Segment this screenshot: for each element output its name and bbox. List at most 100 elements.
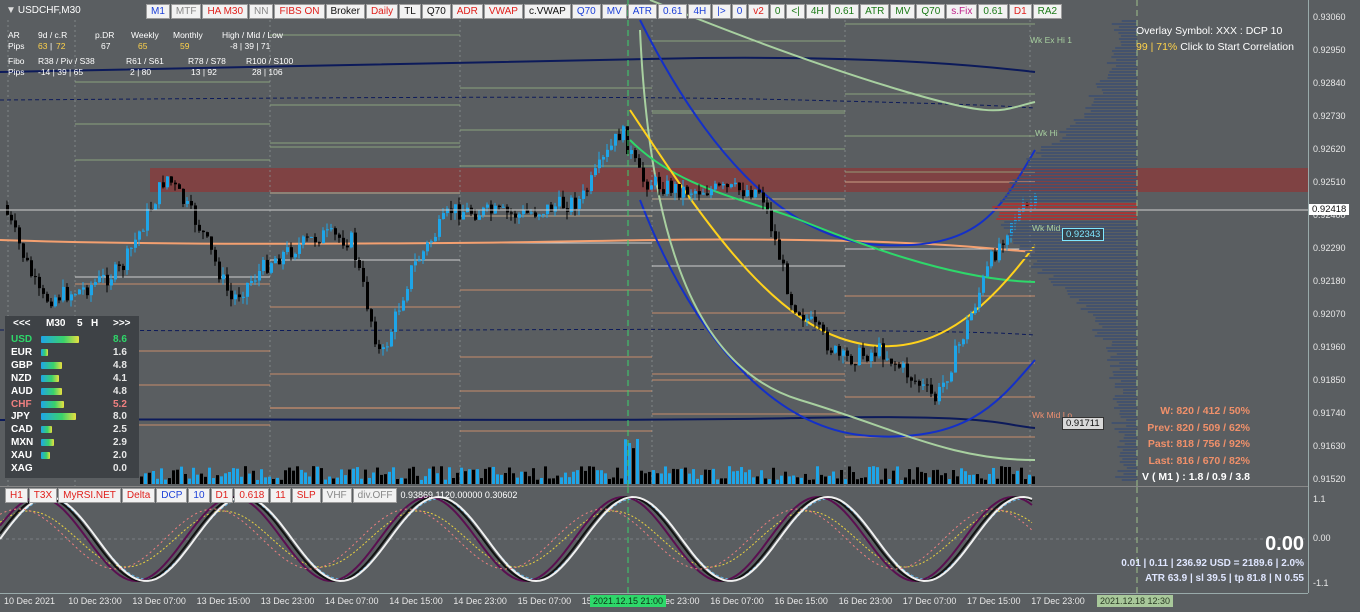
cursor-time-tag: 2021.12.15 21:00 bbox=[590, 595, 667, 607]
toolbar-button[interactable]: 0.61 bbox=[978, 4, 1008, 19]
currency-name: MXN bbox=[11, 437, 34, 449]
day-separators bbox=[7, 20, 1031, 486]
currency-row[interactable]: USD 8.6 bbox=[5, 334, 139, 346]
currency-name: JPY bbox=[11, 411, 30, 423]
indicator-toolbar: H1 T3X MyRSI.NET Delta DCP 10 D1 0.618 11 SLP VHF d… bbox=[5, 488, 517, 503]
time-tick-label: 14 Dec 07:00 bbox=[325, 596, 379, 606]
curr-prev-button[interactable]: <<< bbox=[13, 318, 31, 329]
toolbar-button[interactable]: MV bbox=[601, 4, 627, 19]
toolbar-button[interactable]: D1 bbox=[1008, 4, 1032, 19]
curr-next-button[interactable]: >>> bbox=[113, 318, 131, 329]
currency-row[interactable]: GBP 4.8 bbox=[5, 360, 139, 372]
indicator-button[interactable]: T3X bbox=[28, 488, 58, 503]
time-tick-label: 16 Dec 07:00 bbox=[710, 596, 764, 606]
currency-row[interactable]: MXN 2.9 bbox=[5, 437, 139, 449]
overlay-info[interactable]: Overlay Symbol: XXX : DCP 10 99 | 71% Cl… bbox=[1136, 25, 1294, 53]
info-monthly-label: Monthly bbox=[173, 30, 203, 40]
toolbar-button[interactable]: HA M30 bbox=[202, 4, 249, 19]
toolbar-button[interactable]: NN bbox=[249, 4, 274, 19]
toolbar-button[interactable]: s.Fix bbox=[946, 4, 978, 19]
toolbar-button[interactable]: RA2 bbox=[1032, 4, 1063, 19]
toolbar-button[interactable]: ATR bbox=[860, 4, 890, 19]
info-fibo-r38-label: R38 / Piv / S38 bbox=[38, 56, 95, 66]
price-tick-label: 0.91520 bbox=[1313, 474, 1346, 484]
indicator-button[interactable]: 10 bbox=[188, 488, 210, 503]
toolbar-button[interactable]: 4H bbox=[688, 4, 712, 19]
toolbar-button[interactable]: Daily bbox=[365, 4, 399, 19]
currency-name: EUR bbox=[11, 346, 33, 358]
toolbar-button[interactable]: M1 bbox=[146, 4, 170, 19]
dropdown-triangle-icon[interactable]: ▼ bbox=[6, 5, 16, 16]
toolbar-button[interactable]: 0 bbox=[731, 4, 748, 19]
toolbar-button[interactable]: TL bbox=[399, 4, 421, 19]
mid-price-tag: 0.92343 bbox=[1062, 228, 1105, 241]
indicator-button[interactable]: DCP bbox=[156, 488, 188, 503]
currency-value: 4.8 bbox=[113, 359, 127, 371]
info-cr-val: 72 bbox=[56, 41, 66, 51]
toolbar-button[interactable]: FIBS ON bbox=[274, 4, 325, 19]
currency-row[interactable]: AUD 4.8 bbox=[5, 386, 139, 398]
time-tick-label: 15 Dec 07:00 bbox=[517, 596, 572, 606]
toolbar-button[interactable]: MTF bbox=[170, 4, 202, 19]
indicator-button[interactable]: D1 bbox=[210, 488, 234, 503]
toolbar-button[interactable]: 0.61 bbox=[658, 4, 688, 19]
indicator-button[interactable]: SLP bbox=[291, 488, 321, 503]
curr-timeframe[interactable]: M30 bbox=[46, 318, 65, 329]
info-pdr-label: p.DR bbox=[95, 30, 115, 40]
indicator-button[interactable]: div.OFF bbox=[352, 488, 398, 503]
indicator-button[interactable]: VHF bbox=[321, 488, 352, 503]
current-price-tag: 0.92418 bbox=[1309, 204, 1350, 215]
indicator-button[interactable]: H1 bbox=[5, 488, 28, 503]
indicator-button[interactable]: Delta bbox=[121, 488, 156, 503]
toolbar-button[interactable]: MV bbox=[890, 4, 916, 19]
currency-row[interactable]: CAD 2.5 bbox=[5, 424, 139, 436]
indicator-button[interactable]: 11 bbox=[270, 488, 291, 503]
currency-name: XAG bbox=[11, 463, 33, 474]
currency-name: GBP bbox=[11, 359, 33, 371]
toolbar-button[interactable]: c.VWAP bbox=[523, 4, 571, 19]
indicator-button[interactable]: MyRSI.NET bbox=[58, 488, 121, 503]
chart-window[interactable]: ▼ USDCHF,M30 M1 MTF HA M30 NN FIBS ON Broker Da… bbox=[0, 0, 1360, 612]
volume-bars bbox=[140, 438, 1035, 484]
overlay-pct: 71% bbox=[1156, 41, 1178, 53]
strength-bar bbox=[41, 400, 64, 408]
strength-bar bbox=[41, 374, 59, 382]
toolbar-button[interactable]: VWAP bbox=[483, 4, 523, 19]
main-price-pane[interactable]: ▼ USDCHF,M30 M1 MTF HA M30 NN FIBS ON Broker Da… bbox=[0, 0, 1308, 486]
toolbar-button[interactable]: |> bbox=[712, 4, 731, 19]
currency-value: 8.0 bbox=[113, 411, 127, 423]
info-monthly-val: 59 bbox=[180, 41, 190, 51]
toolbar-button[interactable]: Q70 bbox=[916, 4, 946, 19]
toolbar-button[interactable]: Q70 bbox=[571, 4, 601, 19]
time-tick-label: 14 Dec 15:00 bbox=[389, 596, 443, 606]
info-weekly-val: 65 bbox=[138, 41, 148, 51]
time-tick-label: 13 Dec 23:00 bbox=[260, 596, 315, 606]
toolbar-button[interactable]: Q70 bbox=[421, 4, 451, 19]
info-hml-val: -8 | 39 | 71 bbox=[230, 41, 271, 51]
risk-line-2: ATR 63.9 | sl 39.5 | tp 81.8 | N 0.55 bbox=[1145, 573, 1304, 584]
toolbar-button[interactable]: ADR bbox=[451, 4, 483, 19]
currency-row[interactable]: XAU 2.0 bbox=[5, 450, 139, 462]
info-pdr-val: 67 bbox=[101, 41, 111, 51]
currency-row[interactable]: XAG 0.0 bbox=[5, 463, 139, 475]
toolbar-button[interactable]: v2 bbox=[748, 4, 769, 19]
currency-row[interactable]: NZD 4.1 bbox=[5, 373, 139, 385]
price-axis[interactable]: 0.93060 0.92950 0.92840 0.92730 0.92620 0.925… bbox=[1308, 0, 1360, 593]
toolbar-button[interactable]: 0.61 bbox=[829, 4, 860, 19]
start-correlation-link[interactable]: Click to Start Correlation bbox=[1180, 41, 1294, 53]
toolbar-button[interactable]: ATR bbox=[627, 4, 657, 19]
currency-value: 2.0 bbox=[113, 450, 127, 462]
time-tick-label: 16 Dec 15:00 bbox=[774, 596, 828, 606]
toolbar-button[interactable]: 4H bbox=[805, 4, 829, 19]
currency-row[interactable]: JPY 8.0 bbox=[5, 411, 139, 423]
toolbar-button[interactable]: Broker bbox=[325, 4, 365, 19]
currency-name: CAD bbox=[11, 424, 33, 436]
currency-row[interactable]: CHF 5.2 bbox=[5, 399, 139, 411]
indicator-button[interactable]: 0.618 bbox=[234, 488, 270, 503]
toolbar-button[interactable]: <| bbox=[786, 4, 805, 19]
toolbar-button[interactable]: 0 bbox=[769, 4, 786, 19]
info-fibo-val-1: -14 | 39 | 65 bbox=[38, 67, 84, 77]
curr-period[interactable]: 5 bbox=[77, 318, 83, 329]
currency-row[interactable]: EUR 1.6 bbox=[5, 347, 139, 359]
strength-bar bbox=[41, 413, 76, 421]
